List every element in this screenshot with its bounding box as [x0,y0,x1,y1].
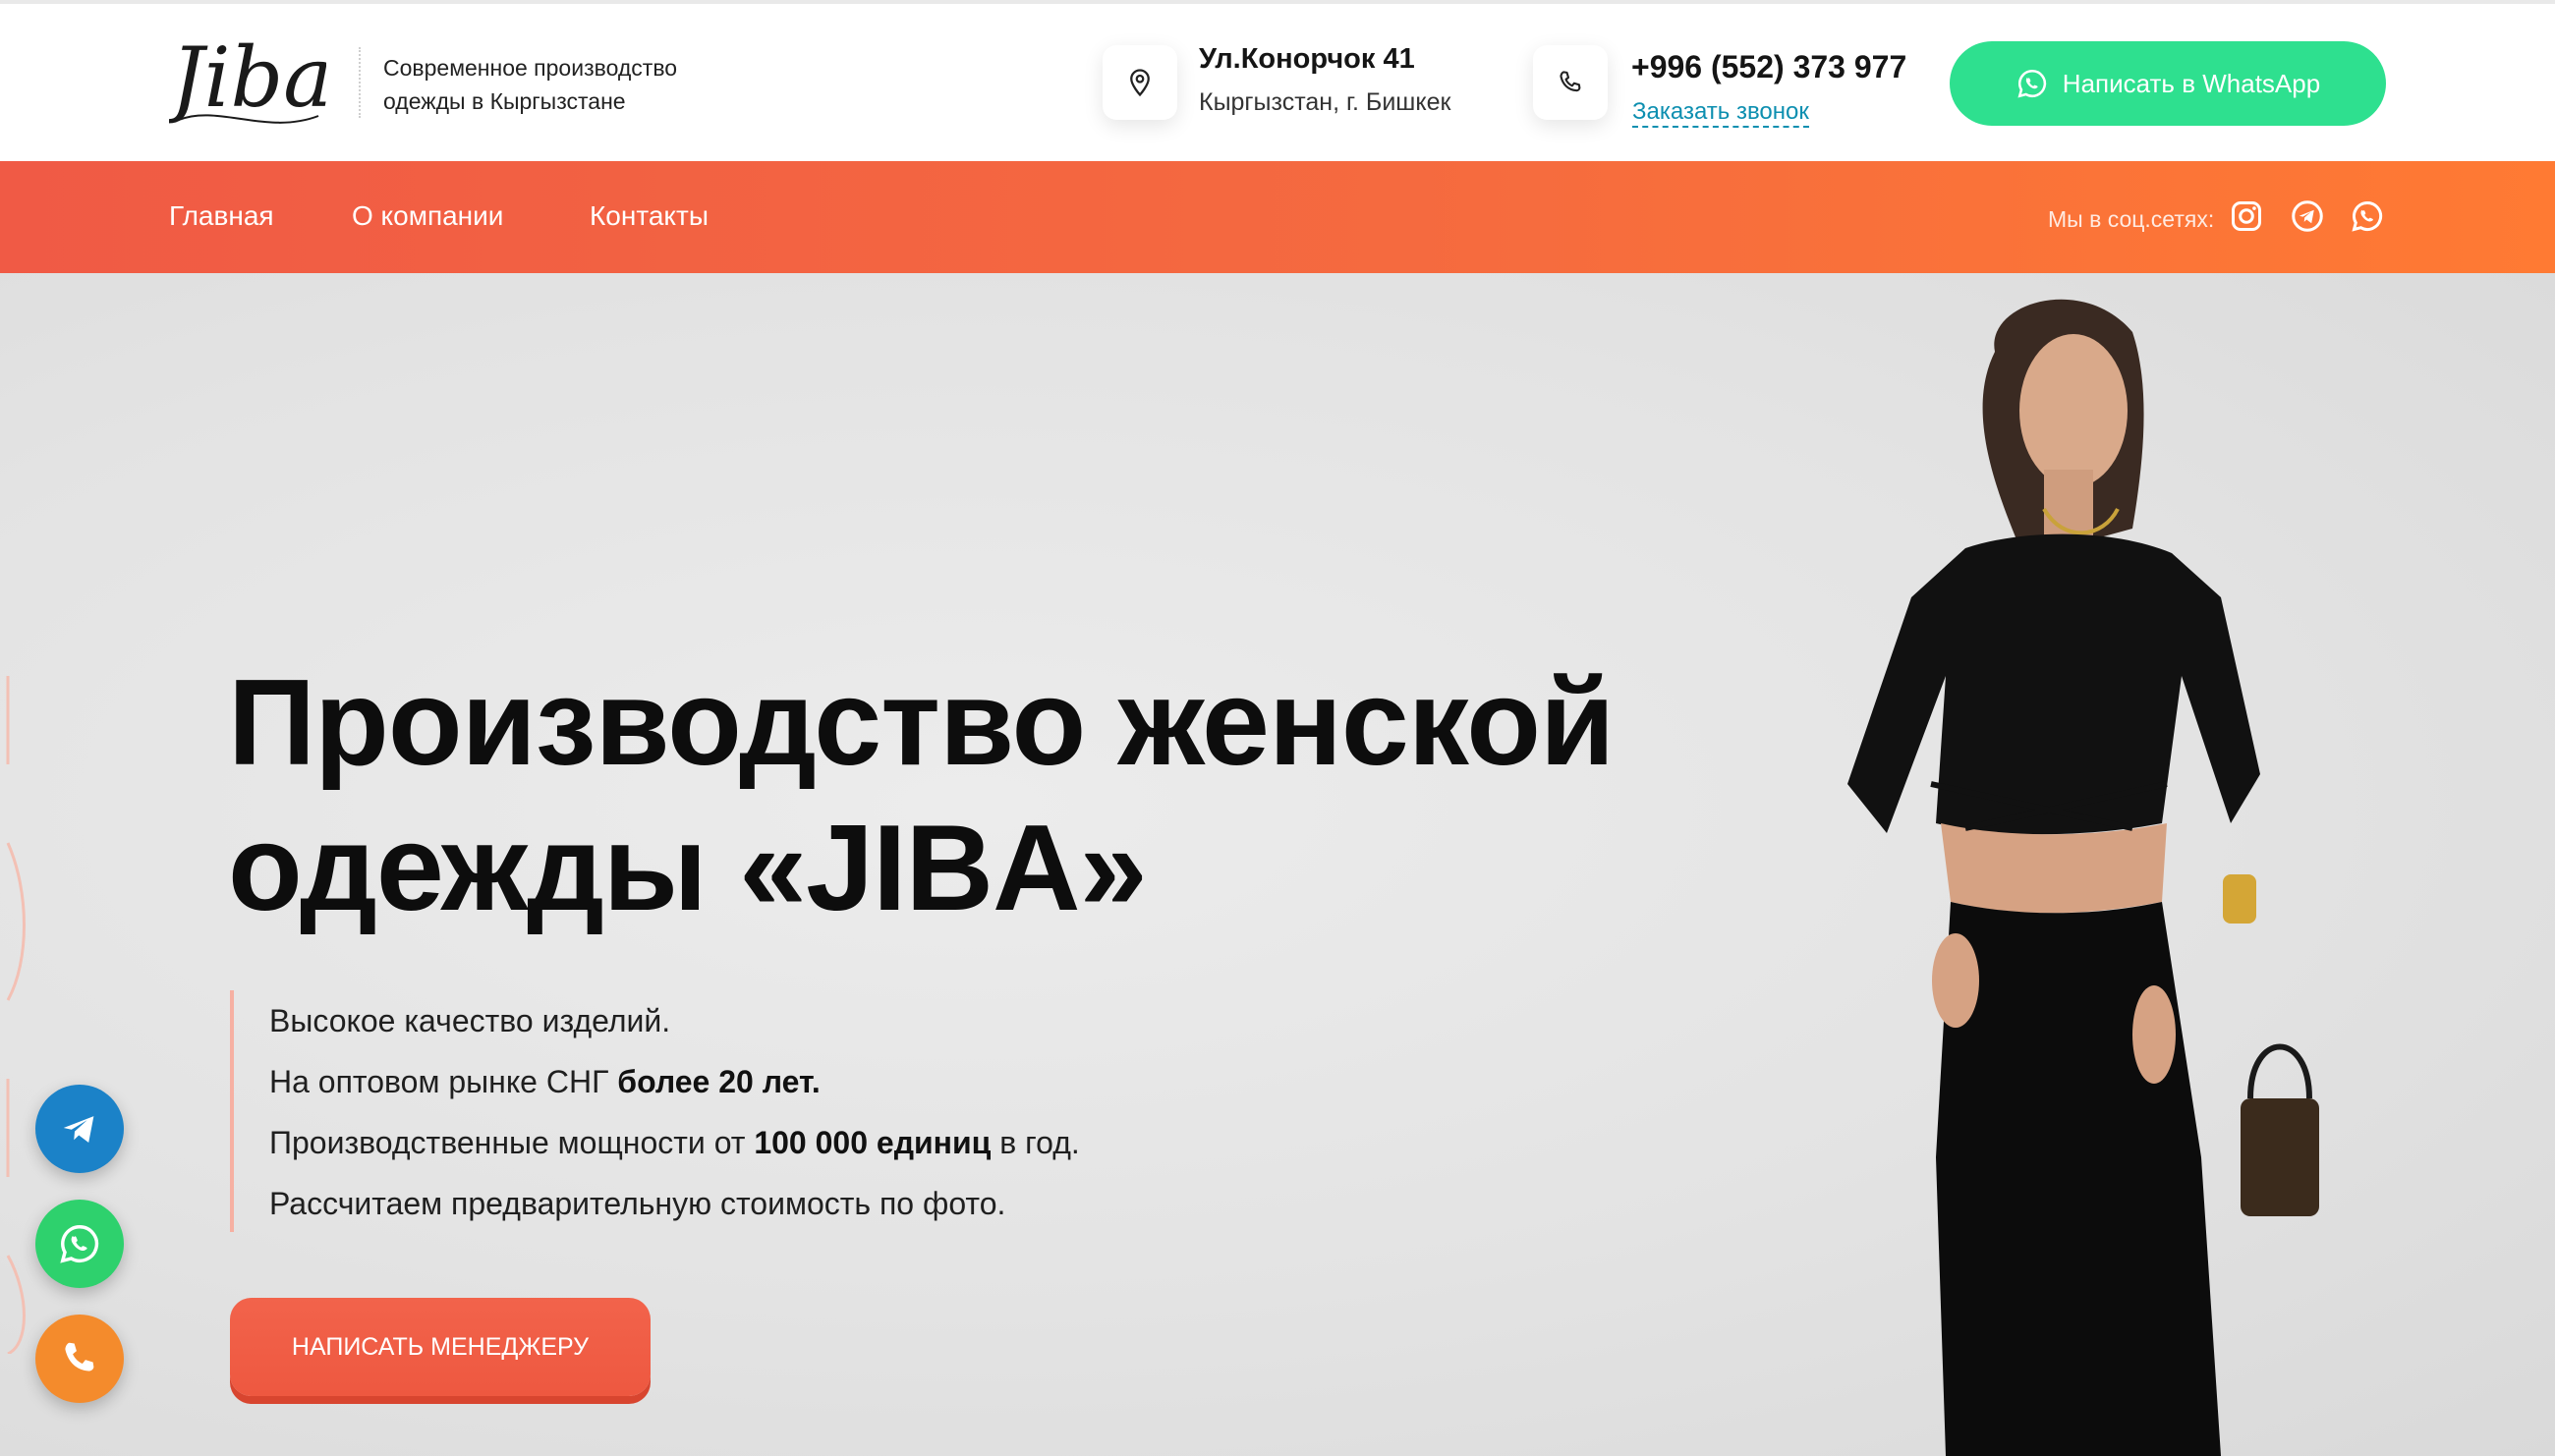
telegram-icon [63,1116,94,1143]
whatsapp-social-icon[interactable] [2350,198,2385,234]
whatsapp-button[interactable]: Написать в WhatsApp [1950,41,2386,126]
feature-item: Производственные мощности от 100 000 еди… [269,1112,1080,1173]
feature-text: Рассчитаем предварительную стоимость по … [269,1186,1006,1221]
feature-item: На оптовом рынке СНГ более 20 лет. [269,1051,1080,1112]
logo-graphic: Jiba [156,29,332,126]
feature-item: Рассчитаем предварительную стоимость по … [269,1173,1080,1234]
write-manager-button[interactable]: НАПИСАТЬ МЕНЕДЖЕРУ [230,1298,651,1396]
hero-title-line2: одежды «JIBA» [228,801,1148,936]
social-label: Мы в соц.сетях: [2048,206,2215,232]
whatsapp-icon [2017,69,2046,98]
hero-model-image [1671,273,2457,1456]
decorative-vertical-logo [6,676,26,1354]
features-list: Высокое качество изделий. На оптовом рын… [230,990,1080,1232]
feature-text: Высокое качество изделий. [269,1003,671,1038]
floating-telegram-button[interactable] [35,1085,124,1173]
feature-item: Высокое качество изделий. [269,990,1080,1051]
svg-text:Jiba: Jiba [169,29,326,126]
hero-title: Производство женской одежды «JIBA» [228,650,1702,941]
tagline-line1: Современное производство [383,55,678,81]
phone-number[interactable]: +996 (552) 373 977 [1631,49,1906,85]
feature-text: Производственные мощности от [269,1125,755,1160]
telegram-icon[interactable] [2290,198,2325,234]
tagline: Современное производство одежды в Кыргыз… [383,51,737,118]
floating-phone-button[interactable] [35,1315,124,1403]
phone-icon [65,1342,94,1372]
logo-divider [359,47,361,118]
feature-highlight: 100 000 единиц [754,1125,992,1160]
nav-item-contacts[interactable]: Контакты [590,200,709,232]
hero-title-line1: Производство женской [228,655,1615,791]
address-subtitle: Кыргызстан, г. Бишкек [1199,88,1451,116]
nav-item-home[interactable]: Главная [169,200,274,232]
jiba-logo[interactable]: Jiba [156,26,332,139]
feature-text: в год. [991,1125,1080,1160]
phone-icon [1533,45,1608,120]
feature-highlight: более 20 лет. [617,1064,821,1099]
location-pin-icon [1103,45,1177,120]
hero-section: Производство женской одежды «JIBA» Высок… [0,273,2555,1456]
whatsapp-button-label: Написать в WhatsApp [2062,68,2321,98]
callback-link[interactable]: Заказать звонок [1632,98,1809,128]
main-navigation: Главная О компании Контакты Мы в соц.сет… [0,161,2555,273]
floating-whatsapp-button[interactable] [35,1200,124,1288]
feature-text: На оптовом рынке СНГ [269,1064,618,1099]
address-title: Ул.Конорчок 41 [1199,43,1415,75]
whatsapp-icon [60,1225,99,1263]
nav-item-about[interactable]: О компании [352,200,503,232]
tagline-line2: одежды в Кыргызстане [383,88,626,114]
site-header: Jiba Современное производство одежды в К… [0,4,2555,161]
instagram-icon[interactable] [2229,198,2264,234]
